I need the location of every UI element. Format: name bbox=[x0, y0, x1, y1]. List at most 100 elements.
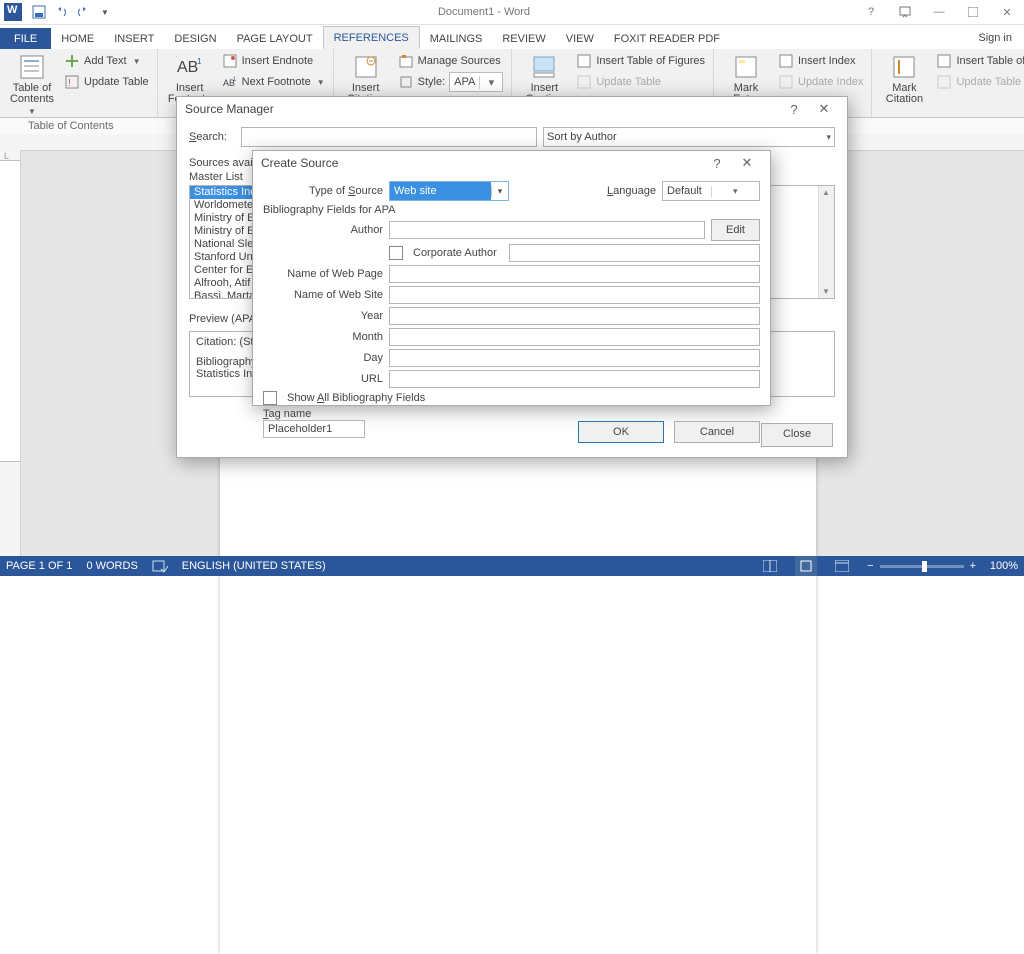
svg-text:!: ! bbox=[68, 78, 71, 89]
manage-sources-label: Manage Sources bbox=[418, 55, 501, 67]
document-title: Document1 - Word bbox=[114, 6, 854, 18]
maximize-icon[interactable] bbox=[956, 0, 990, 24]
help-icon[interactable]: ? bbox=[702, 156, 732, 171]
chevron-down-icon: ▾ bbox=[479, 76, 502, 89]
day-input[interactable] bbox=[389, 349, 760, 367]
sign-in-link[interactable]: Sign in bbox=[966, 27, 1024, 49]
svg-text:AB: AB bbox=[177, 59, 198, 76]
next-footnote-button[interactable]: AB1Next Footnote▼ bbox=[220, 72, 327, 92]
ribbon-options-icon[interactable] bbox=[888, 0, 922, 24]
tab-page-layout[interactable]: PAGE LAYOUT bbox=[227, 28, 323, 49]
tab-foxit-reader-pdf[interactable]: FOXIT READER PDF bbox=[604, 28, 730, 49]
style-selector[interactable]: Style: APA▾ bbox=[396, 72, 506, 92]
author-input[interactable] bbox=[389, 221, 705, 239]
toa-button[interactable]: Insert Table of Authorities bbox=[934, 51, 1024, 71]
tab-design[interactable]: DESIGN bbox=[164, 28, 226, 49]
title-bar: ▼ Document1 - Word ? — ✕ bbox=[0, 0, 1024, 25]
language-label: Language bbox=[607, 185, 656, 197]
quick-access-toolbar: ▼ bbox=[30, 3, 114, 21]
insert-index-icon bbox=[778, 53, 794, 69]
tab-view[interactable]: VIEW bbox=[556, 28, 604, 49]
chevron-down-icon: ▾ bbox=[826, 132, 831, 143]
table-of-contents-button[interactable]: Table of Contents ▼ bbox=[6, 51, 58, 117]
update-index-button: Update Index bbox=[776, 72, 865, 92]
save-icon[interactable] bbox=[30, 3, 48, 21]
zoom-in-button[interactable]: + bbox=[970, 560, 976, 572]
next-footnote-icon: AB1 bbox=[222, 74, 238, 90]
style-value: APA bbox=[450, 76, 479, 88]
footnote-icon: AB1 bbox=[176, 53, 204, 81]
tab-home[interactable]: HOME bbox=[51, 28, 104, 49]
read-mode-icon[interactable] bbox=[759, 556, 781, 576]
search-input[interactable] bbox=[241, 127, 537, 147]
tab-insert[interactable]: INSERT bbox=[104, 28, 164, 49]
window-controls: ? — ✕ bbox=[854, 0, 1024, 24]
sort-dropdown[interactable]: Sort by Author▾ bbox=[543, 127, 835, 147]
update-table-icon: ! bbox=[64, 74, 80, 90]
mark-citation-button[interactable]: Mark Citation bbox=[878, 51, 930, 117]
close-button[interactable]: Close bbox=[761, 423, 833, 447]
toc-label: Table of Contents bbox=[6, 83, 58, 105]
insert-index-label: Insert Index bbox=[798, 55, 855, 67]
file-tab[interactable]: FILE bbox=[0, 28, 51, 49]
zoom-out-button[interactable]: − bbox=[867, 560, 873, 572]
dialog-titlebar[interactable]: Create Source ? ✕ bbox=[253, 151, 770, 175]
month-input[interactable] bbox=[389, 328, 760, 346]
insert-index-button[interactable]: Insert Index bbox=[776, 51, 865, 71]
type-of-source-dropdown[interactable]: Web site▾ bbox=[389, 181, 509, 201]
toc-icon bbox=[18, 53, 46, 81]
word-count[interactable]: 0 WORDS bbox=[86, 560, 137, 572]
tab-references[interactable]: REFERENCES bbox=[323, 26, 420, 49]
edit-author-button[interactable]: Edit bbox=[711, 219, 760, 241]
day-label: Day bbox=[263, 352, 383, 364]
zoom-slider[interactable] bbox=[880, 565, 964, 568]
close-icon[interactable]: ✕ bbox=[732, 155, 762, 171]
corporate-author-checkbox[interactable] bbox=[389, 246, 403, 260]
spellcheck-icon[interactable] bbox=[152, 559, 168, 573]
corporate-author-input[interactable] bbox=[509, 244, 760, 262]
insert-endnote-button[interactable]: Insert Endnote bbox=[220, 51, 327, 71]
dialog-titlebar[interactable]: Source Manager ? ✕ bbox=[177, 97, 847, 121]
update-table-button[interactable]: ! Update Table bbox=[62, 72, 151, 92]
undo-icon[interactable] bbox=[52, 3, 70, 21]
qat-customize-icon[interactable]: ▼ bbox=[96, 3, 114, 21]
manage-sources-button[interactable]: Manage Sources bbox=[396, 51, 506, 71]
tab-mailings[interactable]: MAILINGS bbox=[420, 28, 493, 49]
table-of-figures-button[interactable]: Insert Table of Figures bbox=[574, 51, 707, 71]
vertical-ruler[interactable]: L bbox=[0, 150, 21, 556]
ok-button[interactable]: OK bbox=[578, 421, 664, 443]
show-all-fields-checkbox[interactable] bbox=[263, 391, 277, 405]
language-dropdown[interactable]: Default▾ bbox=[662, 181, 760, 201]
help-icon[interactable]: ? bbox=[854, 0, 888, 24]
update-table-label: Update Table bbox=[84, 76, 149, 88]
web-layout-icon[interactable] bbox=[831, 556, 853, 576]
webpage-label: Name of Web Page bbox=[263, 268, 383, 280]
page-indicator[interactable]: PAGE 1 OF 1 bbox=[6, 560, 72, 572]
tab-review[interactable]: REVIEW bbox=[492, 28, 555, 49]
help-icon[interactable]: ? bbox=[779, 102, 809, 117]
tag-name-input[interactable]: Placeholder1 bbox=[263, 420, 365, 438]
citation-icon bbox=[352, 53, 380, 81]
search-label: Search: bbox=[189, 131, 235, 143]
website-input[interactable] bbox=[389, 286, 760, 304]
close-icon[interactable]: ✕ bbox=[809, 101, 839, 117]
cancel-button[interactable]: Cancel bbox=[674, 421, 760, 443]
bibliography-fields-label: Bibliography Fields for APA bbox=[263, 204, 760, 216]
url-input[interactable] bbox=[389, 370, 760, 388]
print-layout-icon[interactable] bbox=[795, 556, 817, 576]
scrollbar[interactable] bbox=[818, 186, 834, 298]
minimize-icon[interactable]: — bbox=[922, 0, 956, 24]
zoom-value[interactable]: 100% bbox=[982, 560, 1018, 572]
add-text-button[interactable]: Add Text▼ bbox=[62, 51, 151, 71]
type-value: Web site bbox=[390, 182, 491, 200]
style-dropdown[interactable]: APA▾ bbox=[449, 72, 503, 92]
language-indicator[interactable]: ENGLISH (UNITED STATES) bbox=[182, 560, 326, 572]
close-icon[interactable]: ✕ bbox=[990, 0, 1024, 24]
tag-name-label: Tag name bbox=[263, 408, 760, 420]
toa-icon bbox=[936, 53, 952, 69]
webpage-input[interactable] bbox=[389, 265, 760, 283]
year-input[interactable] bbox=[389, 307, 760, 325]
style-icon bbox=[398, 74, 414, 90]
update-toa-icon bbox=[936, 74, 952, 90]
redo-icon[interactable] bbox=[74, 3, 92, 21]
